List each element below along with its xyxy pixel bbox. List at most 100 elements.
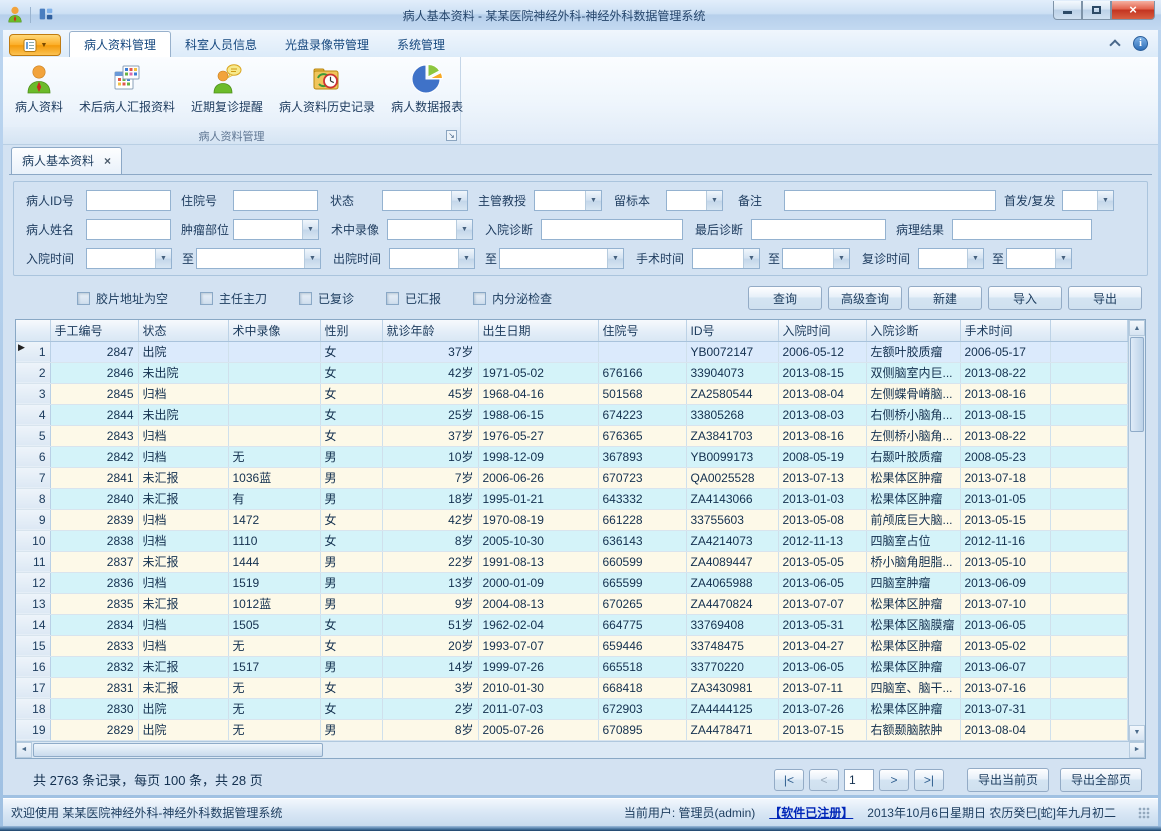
patient-info-button[interactable]: 病人资料 bbox=[7, 61, 71, 125]
checkbox-endocrine-exam[interactable]: 内分泌检查 bbox=[473, 290, 552, 307]
table-row[interactable]: ▶1 2847 出院 女 37岁 YB0072147 2006-05-12 左额… bbox=[16, 341, 1128, 362]
export-button[interactable]: 导出 bbox=[1068, 286, 1142, 310]
table-row[interactable]: 8 2840 未汇报 有 男 18岁 1995-01-21 643332 ZA4… bbox=[16, 488, 1128, 509]
first-recur-select[interactable]: ▼ bbox=[1062, 190, 1114, 211]
table-row[interactable]: 11 2837 未汇报 1444 男 22岁 1991-08-13 660599… bbox=[16, 551, 1128, 572]
col-manual-no[interactable]: 手工编号 bbox=[50, 320, 138, 341]
scroll-left-icon[interactable]: ◄ bbox=[16, 742, 32, 758]
ribbon-tab-patient-management[interactable]: 病人资料管理 bbox=[69, 31, 171, 57]
dropdown-arrow-icon[interactable]: ▼ bbox=[585, 191, 601, 210]
table-row[interactable]: 14 2834 归档 1505 女 51岁 1962-02-04 664775 … bbox=[16, 614, 1128, 635]
table-row[interactable]: 6 2842 归档 无 男 10岁 1998-12-09 367893 YB00… bbox=[16, 446, 1128, 467]
col-birth[interactable]: 出生日期 bbox=[478, 320, 598, 341]
specimen-select[interactable]: ▼ bbox=[666, 190, 723, 211]
dropdown-arrow-icon[interactable]: ▼ bbox=[743, 249, 759, 268]
dropdown-arrow-icon[interactable]: ▼ bbox=[451, 191, 467, 210]
new-button[interactable]: 新建 bbox=[908, 286, 982, 310]
dropdown-arrow-icon[interactable]: ▼ bbox=[706, 191, 722, 210]
surgery-time-from-select[interactable]: ▼ bbox=[692, 248, 760, 269]
table-row[interactable]: 17 2831 未汇报 无 女 3岁 2010-01-30 668418 ZA3… bbox=[16, 677, 1128, 698]
admit-time-from-select[interactable]: ▼ bbox=[86, 248, 172, 269]
checkbox-revisited[interactable]: 已复诊 bbox=[299, 290, 354, 307]
horizontal-scroll-track[interactable] bbox=[32, 742, 1129, 758]
table-row[interactable]: 13 2835 未汇报 1012蓝 男 9岁 2004-08-13 670265… bbox=[16, 593, 1128, 614]
table-row[interactable]: 19 2829 出院 无 男 8岁 2005-07-26 670895 ZA44… bbox=[16, 719, 1128, 740]
horizontal-scroll-thumb[interactable] bbox=[33, 743, 323, 757]
postop-report-button[interactable]: 术后病人汇报资料 bbox=[71, 61, 183, 125]
note-input[interactable] bbox=[784, 190, 996, 211]
info-icon[interactable]: i bbox=[1133, 36, 1148, 51]
software-registered-link[interactable]: 【软件已注册】 bbox=[769, 804, 853, 821]
col-status[interactable]: 状态 bbox=[138, 320, 228, 341]
quick-layout-icon[interactable] bbox=[37, 5, 55, 26]
professor-select[interactable]: ▼ bbox=[534, 190, 602, 211]
query-button[interactable]: 查询 bbox=[748, 286, 822, 310]
first-page-button[interactable]: |< bbox=[774, 769, 804, 791]
revisit-time-from-select[interactable]: ▼ bbox=[918, 248, 984, 269]
pathology-input[interactable] bbox=[952, 219, 1092, 240]
discharge-time-from-select[interactable]: ▼ bbox=[389, 248, 475, 269]
status-select[interactable]: ▼ bbox=[382, 190, 468, 211]
table-row[interactable]: 4 2844 未出院 女 25岁 1988-06-15 674223 33805… bbox=[16, 404, 1128, 425]
scroll-right-icon[interactable]: ► bbox=[1129, 742, 1145, 758]
vertical-scroll-thumb[interactable] bbox=[1130, 337, 1144, 432]
table-row[interactable]: 16 2832 未汇报 1517 男 14岁 1999-07-26 665518… bbox=[16, 656, 1128, 677]
admit-diag-input[interactable] bbox=[541, 219, 683, 240]
collapse-ribbon-icon[interactable] bbox=[1109, 39, 1120, 50]
minimize-button[interactable] bbox=[1053, 1, 1082, 20]
table-row[interactable]: 5 2843 归档 女 37岁 1976-05-27 676365 ZA3841… bbox=[16, 425, 1128, 446]
dropdown-arrow-icon[interactable]: ▼ bbox=[833, 249, 849, 268]
patient-history-button[interactable]: 病人资料历史记录 bbox=[271, 61, 383, 125]
final-diag-input[interactable] bbox=[751, 219, 886, 240]
col-hosp-no[interactable]: 住院号 bbox=[598, 320, 686, 341]
table-row[interactable]: 18 2830 出院 无 女 2岁 2011-07-03 672903 ZA44… bbox=[16, 698, 1128, 719]
admit-time-to-select[interactable]: ▼ bbox=[196, 248, 321, 269]
vertical-scrollbar[interactable]: ▲ ▼ bbox=[1128, 320, 1145, 741]
ribbon-tab-system[interactable]: 系统管理 bbox=[383, 32, 459, 57]
export-all-pages-button[interactable]: 导出全部页 bbox=[1060, 768, 1142, 792]
maximize-button[interactable] bbox=[1082, 1, 1111, 20]
last-page-button[interactable]: >| bbox=[914, 769, 944, 791]
col-surgery-time[interactable]: 手术时间 bbox=[960, 320, 1050, 341]
ribbon-tab-department-staff[interactable]: 科室人员信息 bbox=[171, 32, 271, 57]
revisit-time-to-select[interactable]: ▼ bbox=[1006, 248, 1072, 269]
table-row[interactable]: 15 2833 归档 无 女 20岁 1993-07-07 659446 337… bbox=[16, 635, 1128, 656]
checkbox-film-address-empty[interactable]: 胶片地址为空 bbox=[77, 290, 168, 307]
dropdown-arrow-icon[interactable]: ▼ bbox=[155, 249, 171, 268]
table-row[interactable]: 3 2845 归档 女 45岁 1968-04-16 501568 ZA2580… bbox=[16, 383, 1128, 404]
discharge-time-to-select[interactable]: ▼ bbox=[499, 248, 624, 269]
col-id[interactable]: ID号 bbox=[686, 320, 778, 341]
col-age[interactable]: 就诊年龄 bbox=[382, 320, 478, 341]
tab-patient-basic-info[interactable]: 病人基本资料 × bbox=[11, 147, 122, 174]
import-button[interactable]: 导入 bbox=[988, 286, 1062, 310]
checkbox-reported[interactable]: 已汇报 bbox=[386, 290, 441, 307]
export-current-page-button[interactable]: 导出当前页 bbox=[967, 768, 1049, 792]
ribbon-tab-disc-tape[interactable]: 光盘录像带管理 bbox=[271, 32, 383, 57]
vertical-scroll-track[interactable] bbox=[1129, 336, 1145, 725]
col-gender[interactable]: 性别 bbox=[320, 320, 382, 341]
scroll-up-icon[interactable]: ▲ bbox=[1129, 320, 1145, 336]
table-row[interactable]: 9 2839 归档 1472 女 42岁 1970-08-19 661228 3… bbox=[16, 509, 1128, 530]
table-row[interactable]: 12 2836 归档 1519 男 13岁 2000-01-09 665599 … bbox=[16, 572, 1128, 593]
dropdown-arrow-icon[interactable]: ▼ bbox=[456, 220, 472, 239]
surgery-time-to-select[interactable]: ▼ bbox=[782, 248, 850, 269]
scroll-down-icon[interactable]: ▼ bbox=[1129, 725, 1145, 741]
table-row[interactable]: 7 2841 未汇报 1036蓝 男 7岁 2006-06-26 670723 … bbox=[16, 467, 1128, 488]
revisit-reminder-button[interactable]: 近期复诊提醒 bbox=[183, 61, 271, 125]
app-logo-icon[interactable] bbox=[6, 5, 24, 26]
video-select[interactable]: ▼ bbox=[387, 219, 473, 240]
resize-grip[interactable] bbox=[1138, 807, 1150, 819]
tab-close-icon[interactable]: × bbox=[104, 154, 111, 168]
dropdown-arrow-icon[interactable]: ▼ bbox=[967, 249, 983, 268]
tumor-site-select[interactable]: ▼ bbox=[233, 219, 319, 240]
col-admit-time[interactable]: 入院时间 bbox=[778, 320, 866, 341]
dropdown-arrow-icon[interactable]: ▼ bbox=[302, 220, 318, 239]
table-row[interactable]: 2 2846 未出院 女 42岁 1971-05-02 676166 33904… bbox=[16, 362, 1128, 383]
col-admit-diag[interactable]: 入院诊断 bbox=[866, 320, 960, 341]
patient-name-input[interactable] bbox=[86, 219, 171, 240]
hosp-no-input[interactable] bbox=[233, 190, 318, 211]
col-video[interactable]: 术中录像 bbox=[228, 320, 320, 341]
dropdown-arrow-icon[interactable]: ▼ bbox=[1097, 191, 1113, 210]
close-button[interactable]: × bbox=[1111, 1, 1155, 20]
patient-report-button[interactable]: 病人数据报表 bbox=[383, 61, 471, 125]
